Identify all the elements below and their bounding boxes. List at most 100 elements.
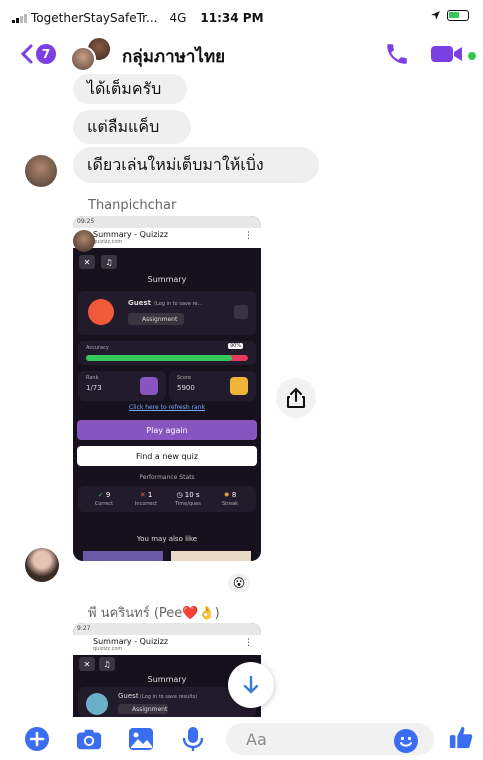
accuracy-fill	[86, 355, 232, 361]
phone-icon	[387, 44, 407, 64]
rank-label: Rank	[86, 375, 99, 381]
message-bubble[interactable]: แต่ลืมแค็บ	[73, 110, 191, 144]
gallery-icon	[129, 728, 153, 750]
message-bubble[interactable]: เดียวเล่นใหม่เต็บมาให้เบิ่ง	[73, 147, 319, 183]
close-icon: ✕	[79, 657, 95, 671]
camera-icon	[76, 729, 102, 750]
more-icon: ⋮	[244, 231, 253, 241]
close-icon: ✕	[79, 255, 95, 269]
image-url-bar: Summary - Quizizz quizizz.com ⋮	[73, 635, 261, 655]
assignment-pill: Assignment	[118, 704, 168, 714]
battery-icon	[447, 10, 469, 21]
login-hint: (Log in to save results)	[140, 694, 198, 700]
network-type: 4G	[169, 11, 187, 25]
suggested-quiz-thumb	[171, 551, 251, 561]
accuracy-value: 90%	[228, 343, 244, 349]
score-label: Score	[177, 375, 192, 381]
streak-icon: ✹	[223, 491, 230, 499]
score-icon	[230, 377, 248, 395]
smiley-icon	[400, 736, 412, 747]
message-composer: Aa	[0, 717, 483, 760]
video-call-button[interactable]	[430, 43, 470, 65]
image-page-host: quizizz.com	[93, 646, 123, 652]
voice-button[interactable]	[180, 726, 206, 752]
gallery-button[interactable]	[128, 726, 154, 752]
signal-icon	[12, 13, 27, 23]
message-text: เดียวเล่นใหม่เต็บมาให้เบิ่ง	[87, 154, 264, 174]
assignment-pill: Assignment	[128, 313, 184, 325]
status-left: TogetherStaySafeTr... 4G 11:34 PM	[12, 11, 264, 25]
stat-incorrect: ✕ 1 Incorrect	[134, 491, 158, 507]
avatar[interactable]	[25, 155, 57, 187]
user-name: Guest	[128, 299, 151, 307]
clock: 11:34 PM	[200, 11, 264, 25]
rank-icon	[140, 377, 158, 395]
accuracy-track	[86, 355, 248, 361]
chat-title[interactable]: กลุ่มภาษาไทย	[122, 43, 225, 70]
accuracy-card: Accuracy 90%	[78, 341, 256, 365]
user-avatar	[86, 693, 108, 715]
refresh-rank-link: Click here to refresh rank	[129, 404, 205, 411]
online-indicator	[468, 52, 476, 60]
summary-heading: Summary	[147, 275, 187, 284]
music-icon: ♫	[99, 657, 115, 671]
timer-icon: ◷	[176, 491, 183, 499]
image-url-bar: Summary - Quizizz quizizz.com ⋮	[73, 228, 261, 248]
thumbs-up-icon	[449, 726, 473, 749]
find-quiz-button: Find a new quiz	[77, 446, 257, 466]
microphone-icon	[182, 727, 204, 751]
like-button[interactable]	[448, 724, 474, 750]
message-placeholder: Aa	[246, 729, 267, 749]
emoji-button[interactable]	[394, 729, 418, 753]
play-again-button: Play again	[77, 420, 257, 440]
avatar[interactable]	[25, 548, 59, 582]
location-icon	[431, 11, 440, 20]
unread-badge: 7	[36, 44, 56, 64]
carrier-name: TogetherStaySafeTr...	[31, 11, 158, 25]
rank-value: 1/73	[86, 384, 102, 392]
image-page-title: Summary - Quizizz	[93, 230, 169, 239]
accuracy-label: Accuracy	[86, 345, 109, 351]
performance-card: ✓ 9 Correct ✕ 1 Incorrect ◷ 10 s Time/qu…	[78, 486, 256, 512]
camera-button[interactable]	[76, 726, 102, 752]
video-camera-icon	[431, 46, 462, 62]
stat-correct: ✓ 9 Correct	[94, 491, 114, 507]
reaction-badge[interactable]: 😮	[226, 572, 252, 594]
user-card: Guest (Log in to save re... Assignment	[78, 291, 256, 335]
group-avatar[interactable]	[70, 36, 114, 72]
also-like-heading: You may also like	[136, 535, 198, 543]
image-page-title: Summary - Quizizz	[93, 637, 169, 646]
share-button[interactable]	[276, 378, 316, 418]
stat-streak: ✹ 8 Streak	[221, 491, 239, 507]
perf-heading: Performance Stats	[139, 474, 195, 481]
status-right	[430, 10, 469, 21]
call-button[interactable]	[384, 41, 410, 67]
suggested-quiz-thumb	[83, 551, 163, 561]
music-icon: ♫	[101, 255, 117, 269]
sender-name: Thanpichchar	[88, 198, 177, 213]
avatar	[73, 230, 95, 252]
image-page-host: quizizz.com	[93, 239, 123, 245]
status-bar: TogetherStaySafeTr... 4G 11:34 PM	[0, 0, 483, 34]
message-text: ได้เต็มครับ	[87, 78, 162, 98]
more-icon: ⋮	[244, 638, 253, 648]
rank-card: Rank 1/73	[78, 371, 166, 401]
back-chevron-icon	[20, 44, 33, 64]
message-bubble[interactable]: ได้เต็มครับ	[73, 74, 187, 104]
back-button[interactable]: 7	[20, 40, 62, 68]
shared-image[interactable]: 09:25 Summary - Quizizz quizizz.com ⋮ ✕ …	[73, 216, 261, 561]
user-name: Guest	[118, 692, 139, 700]
message-text: แต่ลืมแค็บ	[87, 116, 160, 136]
image-status-bar: 9:27	[73, 623, 261, 635]
check-icon: ✓	[97, 491, 104, 499]
chat-header: 7 กลุ่มภาษาไทย	[0, 34, 483, 74]
scroll-down-button[interactable]	[228, 662, 274, 708]
share-icon	[287, 388, 305, 408]
more-actions-button[interactable]	[24, 726, 50, 752]
image-status-bar: 09:25	[73, 216, 261, 228]
plus-circle-icon	[25, 727, 49, 751]
arrow-down-icon	[243, 675, 259, 694]
cross-icon: ✕	[139, 491, 146, 499]
score-value: 5900	[177, 384, 195, 392]
login-hint: (Log in to save re...	[154, 301, 203, 307]
